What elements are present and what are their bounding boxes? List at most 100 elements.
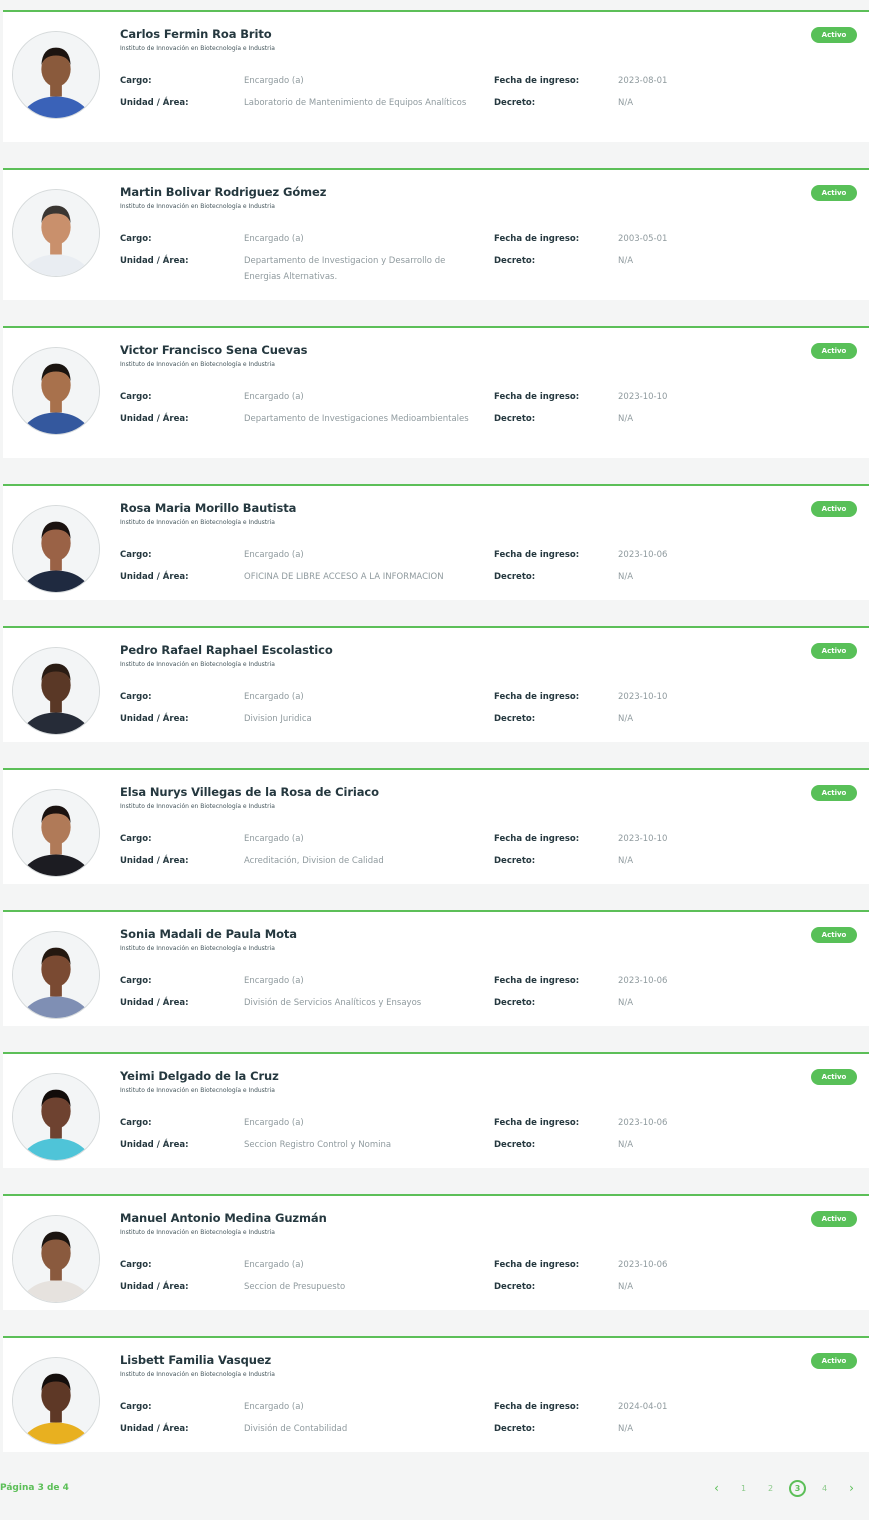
fecha-label: Fecha de ingreso:	[494, 76, 580, 86]
unidad-label: Unidad / Área:	[120, 572, 189, 582]
employee-name: Lisbett Familia Vasquez	[120, 1353, 272, 1367]
cargo-value: Encargado (a)	[244, 976, 304, 986]
decreto-value: N/A	[618, 856, 634, 866]
unidad-value: Seccion de Presupuesto	[244, 1282, 346, 1292]
decreto-value: N/A	[618, 1282, 634, 1292]
employee-card: Lisbett Familia Vasquez Instituto de Inno…	[3, 1336, 869, 1452]
fecha-value: 2023-10-06	[618, 1118, 668, 1128]
pagination: ‹ 1 2 3 4 ›	[703, 1476, 865, 1500]
unidad-value: Acreditación, Division de Calidad	[244, 856, 384, 866]
status-badge: Activo	[811, 1069, 857, 1085]
cargo-value: Encargado (a)	[244, 1402, 304, 1412]
fecha-value: 2023-10-06	[618, 550, 668, 560]
fecha-label: Fecha de ingreso:	[494, 1260, 580, 1270]
employee-institution: Instituto de Innovación en Biotecnología…	[120, 519, 275, 526]
employee-institution: Instituto de Innovación en Biotecnología…	[120, 45, 275, 52]
cargo-label: Cargo:	[120, 692, 152, 702]
status-badge: Activo	[811, 185, 857, 201]
decreto-value: N/A	[618, 998, 634, 1008]
employee-name: Martin Bolivar Rodriguez Gómez	[120, 185, 327, 199]
employee-card: Yeimi Delgado de la Cruz Instituto de Inn…	[3, 1052, 869, 1168]
cargo-label: Cargo:	[120, 234, 152, 244]
employee-photo	[12, 347, 100, 435]
employee-photo	[12, 1073, 100, 1161]
pagination-current-page: 3	[789, 1479, 806, 1497]
pagination-next[interactable]: ›	[838, 1476, 865, 1500]
decreto-label: Decreto:	[494, 1282, 536, 1292]
decreto-label: Decreto:	[494, 1424, 536, 1434]
unidad-label: Unidad / Área:	[120, 414, 189, 424]
unidad-value: Seccion Registro Control y Nomina	[244, 1140, 392, 1150]
employee-institution: Instituto de Innovación en Biotecnología…	[120, 1229, 275, 1236]
decreto-label: Decreto:	[494, 256, 536, 266]
employee-card: Victor Francisco Sena Cuevas Instituto de…	[3, 326, 869, 458]
fecha-value: 2023-08-01	[618, 76, 668, 86]
employee-name: Carlos Fermin Roa Brito	[120, 27, 272, 41]
cargo-label: Cargo:	[120, 976, 152, 986]
cargo-value: Encargado (a)	[244, 234, 304, 244]
employee-photo	[12, 189, 100, 277]
decreto-label: Decreto:	[494, 856, 536, 866]
decreto-value: N/A	[618, 256, 634, 266]
employee-institution: Instituto de Innovación en Biotecnología…	[120, 203, 275, 210]
employee-name: Sonia Madali de Paula Mota	[120, 927, 297, 941]
cargo-label: Cargo:	[120, 834, 152, 844]
fecha-value: 2023-10-10	[618, 692, 668, 702]
status-badge: Activo	[811, 27, 857, 43]
fecha-label: Fecha de ingreso:	[494, 1402, 580, 1412]
employee-photo	[12, 647, 100, 735]
employee-card: Manuel Antonio Medina Guzmán Instituto de…	[3, 1194, 869, 1310]
unidad-label: Unidad / Área:	[120, 98, 189, 108]
employee-photo	[12, 789, 100, 877]
unidad-label: Unidad / Área:	[120, 856, 189, 866]
cargo-value: Encargado (a)	[244, 1118, 304, 1128]
status-badge: Activo	[811, 785, 857, 801]
pagination-page-4[interactable]: 4	[811, 1476, 838, 1500]
fecha-label: Fecha de ingreso:	[494, 834, 580, 844]
employee-card: Carlos Fermin Roa Brito Instituto de Inno…	[3, 10, 869, 142]
fecha-label: Fecha de ingreso:	[494, 550, 580, 560]
employee-name: Manuel Antonio Medina Guzmán	[120, 1211, 327, 1225]
decreto-value: N/A	[618, 714, 634, 724]
decreto-label: Decreto:	[494, 998, 536, 1008]
decreto-label: Decreto:	[494, 414, 536, 424]
unidad-label: Unidad / Área:	[120, 256, 189, 266]
employee-institution: Instituto de Innovación en Biotecnología…	[120, 803, 275, 810]
fecha-value: 2023-10-10	[618, 392, 668, 402]
fecha-value: 2023-10-10	[618, 834, 668, 844]
fecha-label: Fecha de ingreso:	[494, 234, 580, 244]
unidad-value: OFICINA DE LIBRE ACCESO A LA INFORMACION	[244, 572, 444, 582]
status-badge: Activo	[811, 343, 857, 359]
decreto-label: Decreto:	[494, 572, 536, 582]
decreto-value: N/A	[618, 1424, 634, 1434]
decreto-label: Decreto:	[494, 1140, 536, 1150]
pagination-page-1[interactable]: 1	[730, 1476, 757, 1500]
employee-name: Pedro Rafael Raphael Escolastico	[120, 643, 333, 657]
fecha-label: Fecha de ingreso:	[494, 692, 580, 702]
pagination-page-2[interactable]: 2	[757, 1476, 784, 1500]
cargo-label: Cargo:	[120, 1260, 152, 1270]
unidad-label: Unidad / Área:	[120, 1424, 189, 1434]
employee-institution: Instituto de Innovación en Biotecnología…	[120, 661, 275, 668]
fecha-value: 2023-10-06	[618, 1260, 668, 1270]
cargo-label: Cargo:	[120, 76, 152, 86]
employee-photo	[12, 31, 100, 119]
pagination-prev[interactable]: ‹	[703, 1476, 730, 1500]
fecha-label: Fecha de ingreso:	[494, 976, 580, 986]
unidad-label: Unidad / Área:	[120, 1140, 189, 1150]
employee-institution: Instituto de Innovación en Biotecnología…	[120, 945, 275, 952]
unidad-label: Unidad / Área:	[120, 714, 189, 724]
fecha-value: 2024-04-01	[618, 1402, 668, 1412]
cargo-value: Encargado (a)	[244, 692, 304, 702]
employee-institution: Instituto de Innovación en Biotecnología…	[120, 1087, 275, 1094]
employee-card: Rosa Maria Morillo Bautista Instituto de …	[3, 484, 869, 600]
cargo-value: Encargado (a)	[244, 834, 304, 844]
status-badge: Activo	[811, 1211, 857, 1227]
unidad-value: Departamento de Investigacion y Desarrol…	[244, 256, 446, 282]
decreto-value: N/A	[618, 572, 634, 582]
employee-card: Elsa Nurys Villegas de la Rosa de Ciriac…	[3, 768, 869, 884]
pagination-label: Página 3 de 4	[0, 1483, 69, 1493]
unidad-value: Division Juridica	[244, 714, 312, 724]
cargo-value: Encargado (a)	[244, 1260, 304, 1270]
pagination-page-3[interactable]: 3	[784, 1476, 811, 1500]
